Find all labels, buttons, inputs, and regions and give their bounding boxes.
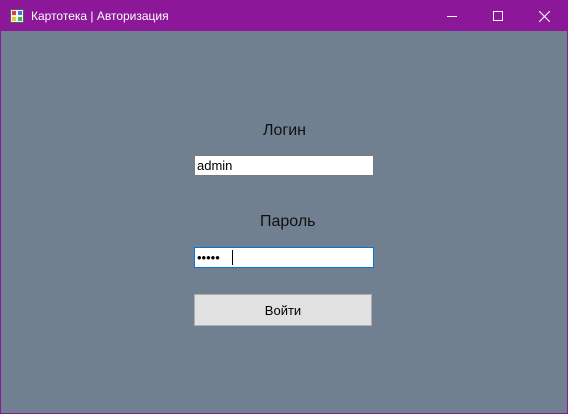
password-input[interactable]: •••••: [194, 247, 374, 268]
password-label: Пароль: [260, 213, 316, 230]
app-form-icon: [10, 9, 24, 23]
title-bar[interactable]: Картотека | Авторизация: [1, 1, 567, 31]
login-button[interactable]: Войти: [194, 294, 372, 326]
minimize-button[interactable]: [429, 1, 475, 31]
login-button-label: Войти: [264, 302, 302, 318]
login-window: Картотека | Авторизация Логин admin Паро…: [0, 0, 568, 414]
text-caret: [232, 250, 233, 265]
login-input[interactable]: admin: [194, 155, 374, 176]
login-label: Логин: [263, 122, 307, 139]
window-title: Картотека | Авторизация: [31, 9, 169, 23]
maximize-button[interactable]: [475, 1, 521, 31]
login-input-value: admin: [197, 158, 233, 173]
close-button[interactable]: [521, 1, 567, 31]
close-icon: [538, 10, 550, 22]
password-input-value: •••••: [197, 250, 220, 265]
minimize-icon: [447, 11, 457, 21]
maximize-icon: [493, 11, 503, 21]
